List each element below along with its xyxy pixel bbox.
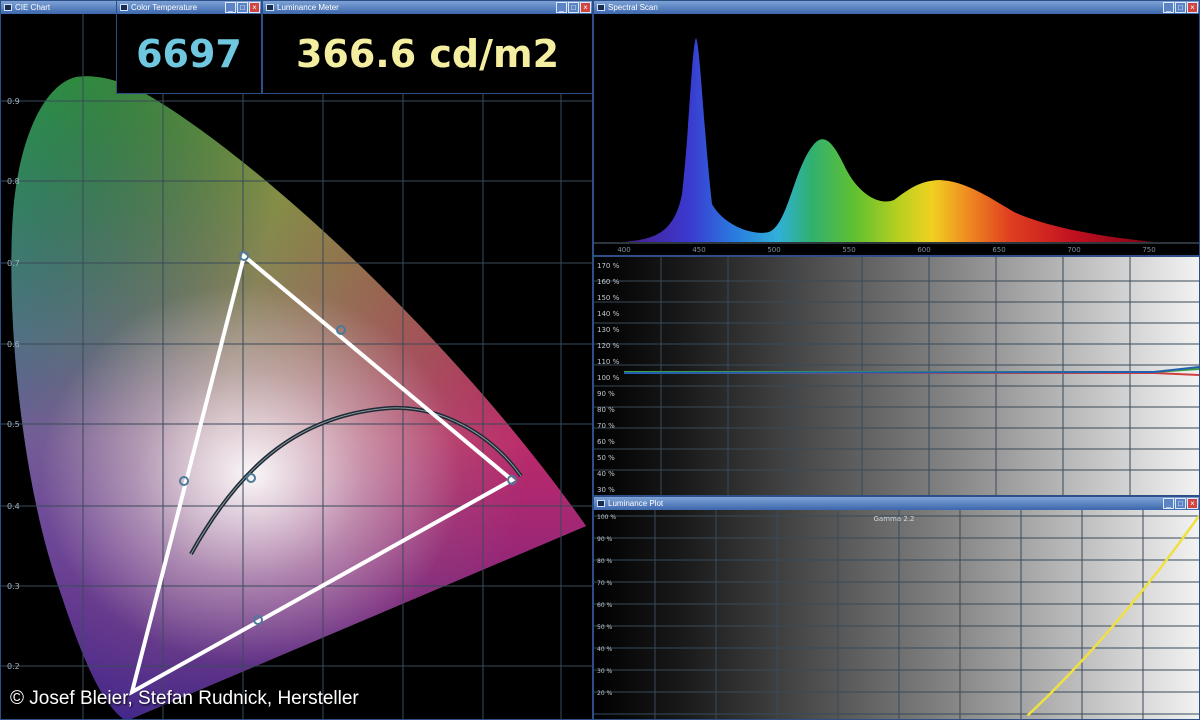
spectral-x-label: 550 xyxy=(842,246,855,254)
spectral-x-labels: 400 450 500 550 600 650 700 750 xyxy=(617,246,1155,254)
window-app-icon xyxy=(597,4,605,11)
spectral-x-label: 650 xyxy=(992,246,1005,254)
luminance-plot-window[interactable]: Luminance Plot _ □ × Gamma 2.2 100 % 90 … xyxy=(593,496,1200,720)
lum-y-label: 50 % xyxy=(597,624,613,631)
maximize-button[interactable]: □ xyxy=(237,2,248,13)
rgb-y-label: 30 % xyxy=(597,486,615,494)
maximize-button[interactable]: □ xyxy=(1175,2,1186,13)
lum-y-label: 30 % xyxy=(597,668,613,675)
minimize-button[interactable]: _ xyxy=(556,2,567,13)
spectral-x-label: 750 xyxy=(1142,246,1155,254)
color-temperature-title: Color Temperature xyxy=(131,3,198,12)
rgb-balance-plot: 170 % 160 % 150 % 140 % 130 % 120 % 110 … xyxy=(594,257,1199,495)
rgb-y-label: 60 % xyxy=(597,438,615,446)
rgb-y-label: 50 % xyxy=(597,454,615,462)
rgb-balance-window[interactable]: 170 % 160 % 150 % 140 % 130 % 120 % 110 … xyxy=(593,256,1200,496)
minimize-button[interactable]: _ xyxy=(1163,2,1174,13)
window-app-icon xyxy=(266,4,274,11)
color-temperature-window[interactable]: Color Temperature _ □ × 6697 xyxy=(116,0,262,94)
spectral-scan-title: Spectral Scan xyxy=(608,3,658,12)
rgb-y-label: 130 % xyxy=(597,326,620,334)
luminance-meter-title: Luminance Meter xyxy=(277,3,339,12)
rgb-y-label: 80 % xyxy=(597,406,615,414)
window-app-icon xyxy=(120,4,128,11)
cie-y-label: 0.3 xyxy=(7,582,20,591)
rgb-y-label: 150 % xyxy=(597,294,620,302)
spectral-x-label: 400 xyxy=(617,246,630,254)
lum-y-label: 90 % xyxy=(597,536,613,543)
spectral-scan-titlebar[interactable]: Spectral Scan _ □ × xyxy=(594,1,1199,14)
spectral-x-label: 450 xyxy=(692,246,705,254)
rgb-y-label: 140 % xyxy=(597,310,620,318)
cie-chart-title: CIE Chart xyxy=(15,3,51,12)
spectral-x-label: 700 xyxy=(1067,246,1080,254)
minimize-button[interactable]: _ xyxy=(1163,498,1174,509)
copyright-notice: © Josef Bleier, Stefan Rudnick, Herstell… xyxy=(10,688,359,709)
cie-y-label: 0.2 xyxy=(7,662,20,671)
cie-y-label: 0.5 xyxy=(7,420,20,429)
close-button[interactable]: × xyxy=(1187,2,1198,13)
lum-y-label: 40 % xyxy=(597,646,613,653)
rgb-y-label: 110 % xyxy=(597,358,620,366)
cie-y-label: 0.6 xyxy=(7,340,20,349)
lum-y-label: 80 % xyxy=(597,558,613,565)
maximize-button[interactable]: □ xyxy=(568,2,579,13)
lum-y-label: 100 % xyxy=(597,514,616,521)
window-app-icon xyxy=(597,500,605,507)
close-button[interactable]: × xyxy=(1187,498,1198,509)
rgb-y-label: 70 % xyxy=(597,422,615,430)
lum-y-label: 60 % xyxy=(597,602,613,609)
cie-y-label: 0.9 xyxy=(7,97,20,106)
minimize-button[interactable]: _ xyxy=(225,2,236,13)
cie-horseshoe xyxy=(11,76,587,719)
window-app-icon xyxy=(4,4,12,11)
close-button[interactable]: × xyxy=(249,2,260,13)
luminance-meter-titlebar[interactable]: Luminance Meter _ □ × xyxy=(263,1,592,14)
spectral-scan-plot: 400 450 500 550 600 650 700 750 xyxy=(594,38,1199,254)
cie-y-label: 0.8 xyxy=(7,177,20,186)
rgb-y-label: 90 % xyxy=(597,390,615,398)
luminance-plot-subtitle: Gamma 2.2 xyxy=(874,515,915,523)
rgb-y-label: 170 % xyxy=(597,262,620,270)
rgb-y-label: 120 % xyxy=(597,342,620,350)
luminance-value: 366.6 cd/m2 xyxy=(295,32,560,76)
cie-chart-plot: 0.9 0.8 0.7 0.6 0.5 0.4 0.3 0.2 xyxy=(1,14,592,719)
luminance-plot-title: Luminance Plot xyxy=(608,499,664,508)
luminance-meter-window[interactable]: Luminance Meter _ □ × 366.6 cd/m2 xyxy=(262,0,593,94)
rgb-y-label: 100 % xyxy=(597,374,620,382)
close-button[interactable]: × xyxy=(580,2,591,13)
lum-y-label: 70 % xyxy=(597,580,613,587)
luminance-plot-chart: Gamma 2.2 100 % 90 % 80 % 70 % 60 % 50 %… xyxy=(594,510,1199,719)
spectral-curve xyxy=(624,38,1174,242)
gray-ramp-background xyxy=(594,257,1199,495)
rgb-y-label: 40 % xyxy=(597,470,615,478)
lum-y-label: 20 % xyxy=(597,690,613,697)
cie-chart-window[interactable]: CIE Chart 0.9 0.8 0.7 0.6 0.5 0.4 0.3 0.… xyxy=(0,0,593,720)
maximize-button[interactable]: □ xyxy=(1175,498,1186,509)
cie-y-label: 0.4 xyxy=(7,502,20,511)
rgb-y-label: 160 % xyxy=(597,278,620,286)
spectral-scan-window[interactable]: Spectral Scan _ □ × 400 450 500 550 600 … xyxy=(593,0,1200,256)
color-temperature-value: 6697 xyxy=(136,32,242,76)
luminance-plot-titlebar[interactable]: Luminance Plot _ □ × xyxy=(594,497,1199,510)
gray-ramp-background xyxy=(594,510,1199,719)
spectral-x-label: 500 xyxy=(767,246,780,254)
cie-y-label: 0.7 xyxy=(7,259,20,268)
spectral-x-label: 600 xyxy=(917,246,930,254)
color-temperature-titlebar[interactable]: Color Temperature _ □ × xyxy=(117,1,261,14)
